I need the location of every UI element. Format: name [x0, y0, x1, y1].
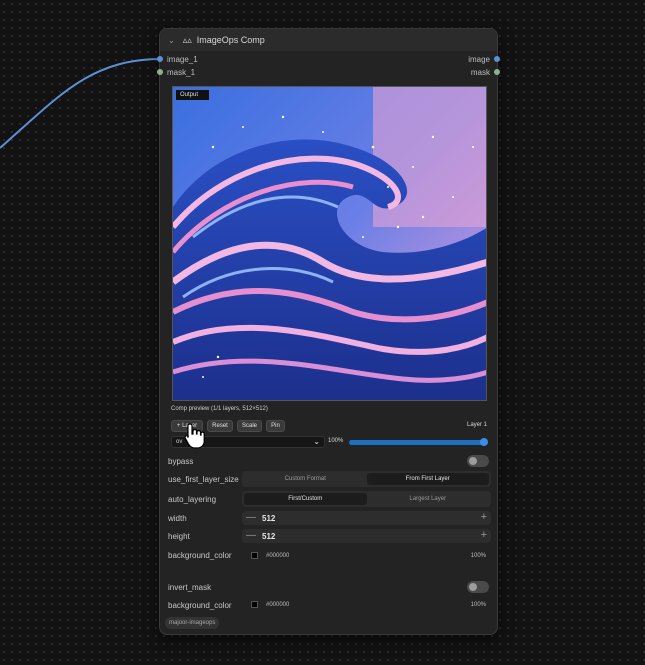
invert-mask-toggle[interactable]: [467, 581, 489, 593]
minus-icon[interactable]: —: [246, 512, 256, 523]
node-logo-icon: ▵▵: [182, 34, 192, 45]
background-color-hex[interactable]: #000000: [266, 553, 289, 559]
width-label: width: [168, 514, 187, 523]
height-label: height: [168, 532, 190, 541]
width-stepper[interactable]: — 512 +: [242, 511, 491, 525]
layer-label: Layer 1: [466, 422, 487, 428]
auto-layering-segmented: First/Custom Largest Layer: [242, 491, 491, 507]
input-slot-label: mask_1: [167, 68, 196, 77]
output-slot-dot-image[interactable]: [494, 56, 500, 62]
hand-pointer-icon: [184, 423, 205, 449]
option-from-first-layer[interactable]: From First Layer: [366, 473, 489, 485]
background-color-label: background_color: [168, 551, 232, 560]
background-color-swatch[interactable]: [251, 552, 258, 559]
minus-icon[interactable]: —: [246, 530, 256, 541]
background-color-hex[interactable]: #000000: [266, 602, 289, 608]
opacity-value: 100%: [328, 438, 344, 444]
height-value[interactable]: 512: [262, 532, 275, 541]
use-first-layer-size-segmented: Custom Format From First Layer: [242, 471, 491, 487]
wave-artwork: [173, 87, 486, 400]
option-largest-layer[interactable]: Largest Layer: [367, 493, 490, 505]
output-preview-image[interactable]: Output: [172, 86, 487, 401]
option-custom-format[interactable]: Custom Format: [244, 473, 367, 485]
opacity-slider[interactable]: [349, 440, 487, 445]
output-slot-dot-mask[interactable]: [494, 69, 500, 75]
chevron-down-icon[interactable]: ⌄: [168, 36, 175, 45]
option-first-custom[interactable]: First/Custom: [244, 493, 367, 505]
output-slot-label: image: [468, 55, 490, 64]
bypass-label: bypass: [168, 457, 194, 466]
plus-icon[interactable]: +: [481, 511, 487, 523]
input-slot-dot-mask[interactable]: [157, 69, 163, 75]
node-header[interactable]: ⌄ ▵▵ ImageOps Comp: [160, 29, 497, 51]
bypass-toggle[interactable]: [467, 455, 489, 467]
input-slot-label: image_1: [167, 55, 198, 64]
pin-button[interactable]: Pin: [266, 420, 285, 432]
invert-mask-label: invert_mask: [168, 583, 212, 592]
node-source-tag: majoor-imageops: [165, 617, 220, 629]
output-slot-label: mask: [470, 68, 490, 77]
blend-mode-value: ov: [176, 439, 183, 445]
scale-button[interactable]: Scale: [237, 420, 262, 432]
background-color-label: background_color: [168, 601, 232, 610]
input-slot-dot-image[interactable]: [157, 56, 163, 62]
opacity-slider-thumb[interactable]: [480, 438, 488, 446]
node-title: ImageOps Comp: [196, 35, 265, 45]
width-value[interactable]: 512: [262, 514, 275, 523]
reset-button[interactable]: Reset: [207, 420, 233, 432]
background-color-alpha[interactable]: 100%: [471, 553, 486, 559]
preview-badge: Output: [176, 90, 209, 100]
height-stepper[interactable]: — 512 +: [242, 529, 491, 543]
background-color-swatch[interactable]: [251, 601, 258, 608]
plus-icon[interactable]: +: [481, 529, 487, 541]
comp-preview-caption: Comp preview (1/1 layers, 512×512): [171, 406, 268, 412]
auto-layering-label: auto_layering: [168, 495, 217, 504]
imageops-comp-node[interactable]: ⌄ ▵▵ ImageOps Comp image_1 mask_1 image …: [157, 28, 500, 635]
use-first-layer-size-label: use_first_layer_size: [168, 475, 239, 484]
background-color-alpha[interactable]: 100%: [471, 602, 486, 608]
chevron-down-icon: ⌄: [313, 437, 320, 446]
